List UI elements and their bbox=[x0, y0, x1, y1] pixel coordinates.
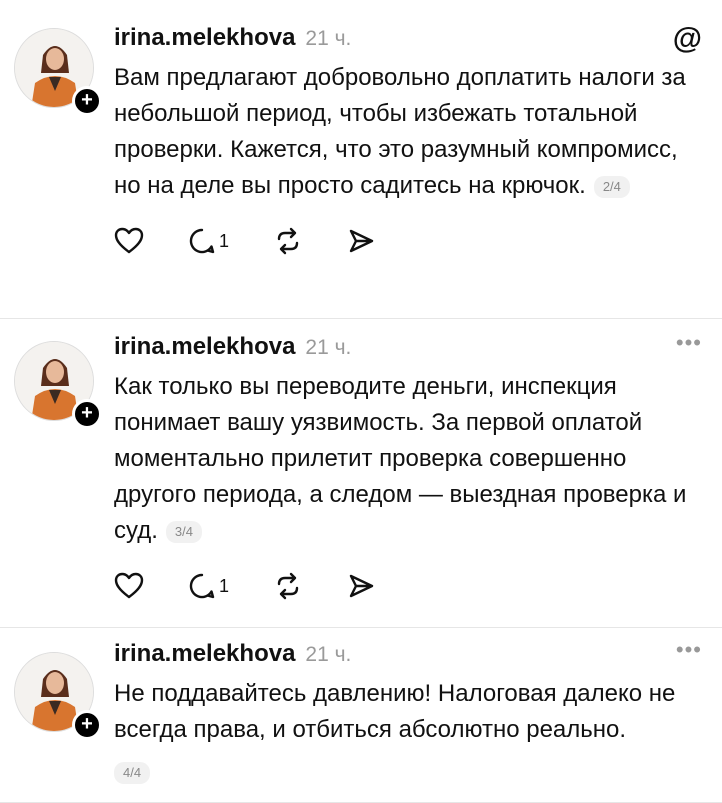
post-header: irina.melekhova 21 ч. ••• bbox=[114, 639, 702, 672]
post-header: irina.melekhova 21 ч. ••• bbox=[114, 332, 702, 365]
thread-counter-badge: 2/4 bbox=[593, 175, 630, 198]
post-header: irina.melekhova 21 ч. @ bbox=[114, 24, 702, 56]
thread-counter-badge: 3/4 bbox=[165, 520, 202, 543]
like-button[interactable] bbox=[114, 572, 144, 600]
post-text: Как только вы переводите деньги, инспекц… bbox=[114, 369, 702, 549]
avatar-wrap[interactable]: + bbox=[14, 28, 102, 116]
timestamp: 21 ч. bbox=[305, 336, 352, 359]
post-text-content: Как только вы переводите деньги, инспекц… bbox=[114, 373, 687, 544]
thread-counter-badge: 4/4 bbox=[114, 762, 151, 784]
timestamp: 21 ч. bbox=[305, 643, 352, 666]
username[interactable]: irina.melekhova bbox=[114, 24, 295, 52]
comment-icon bbox=[189, 573, 215, 599]
follow-plus-icon[interactable]: + bbox=[72, 710, 102, 740]
avatar-wrap[interactable]: + bbox=[14, 341, 102, 429]
repost-button[interactable] bbox=[273, 572, 303, 600]
post-text: Вам предлагают добровольно доплатить нал… bbox=[114, 60, 702, 204]
share-button[interactable] bbox=[347, 227, 375, 255]
follow-plus-icon[interactable]: + bbox=[72, 399, 102, 429]
heart-icon bbox=[114, 227, 144, 254]
thread-post: + irina.melekhova 21 ч. ••• Как только в… bbox=[0, 319, 722, 628]
send-icon bbox=[349, 574, 374, 598]
threads-logo-icon[interactable]: @ bbox=[673, 24, 702, 54]
timestamp: 21 ч. bbox=[305, 27, 352, 50]
more-icon[interactable]: ••• bbox=[676, 639, 702, 661]
repost-button[interactable] bbox=[273, 227, 303, 255]
post-text: Не поддавайтесь давлению! Налоговая дале… bbox=[114, 676, 702, 748]
avatar-wrap[interactable]: + bbox=[14, 652, 102, 740]
reply-button[interactable]: 1 bbox=[188, 227, 229, 255]
post-actions: 1 bbox=[114, 224, 702, 258]
comment-icon bbox=[189, 228, 215, 254]
more-icon[interactable]: ••• bbox=[676, 332, 702, 354]
repost-icon bbox=[277, 572, 299, 600]
share-button[interactable] bbox=[347, 572, 375, 600]
post-actions: 1 bbox=[114, 569, 702, 603]
thread-post: + irina.melekhova 21 ч. @ Вам предлагают… bbox=[0, 0, 722, 319]
post-text-content: Не поддавайтесь давлению! Налоговая дале… bbox=[114, 680, 676, 743]
reply-count: 1 bbox=[219, 575, 230, 596]
thread-post: + irina.melekhova 21 ч. ••• Не поддавайт… bbox=[0, 628, 722, 803]
username[interactable]: irina.melekhova bbox=[114, 640, 295, 668]
repost-icon bbox=[277, 227, 299, 255]
heart-icon bbox=[114, 572, 144, 599]
reply-count: 1 bbox=[219, 230, 230, 251]
follow-plus-icon[interactable]: + bbox=[72, 86, 102, 116]
like-button[interactable] bbox=[114, 227, 144, 255]
post-content: irina.melekhova 21 ч. ••• Не поддавайтес… bbox=[114, 639, 702, 784]
send-icon bbox=[349, 229, 374, 253]
post-content: irina.melekhova 21 ч. @ Вам предлагают д… bbox=[114, 24, 702, 258]
post-content: irina.melekhova 21 ч. ••• Как только вы … bbox=[114, 332, 702, 603]
reply-button[interactable]: 1 bbox=[188, 572, 229, 600]
username[interactable]: irina.melekhova bbox=[114, 333, 295, 361]
